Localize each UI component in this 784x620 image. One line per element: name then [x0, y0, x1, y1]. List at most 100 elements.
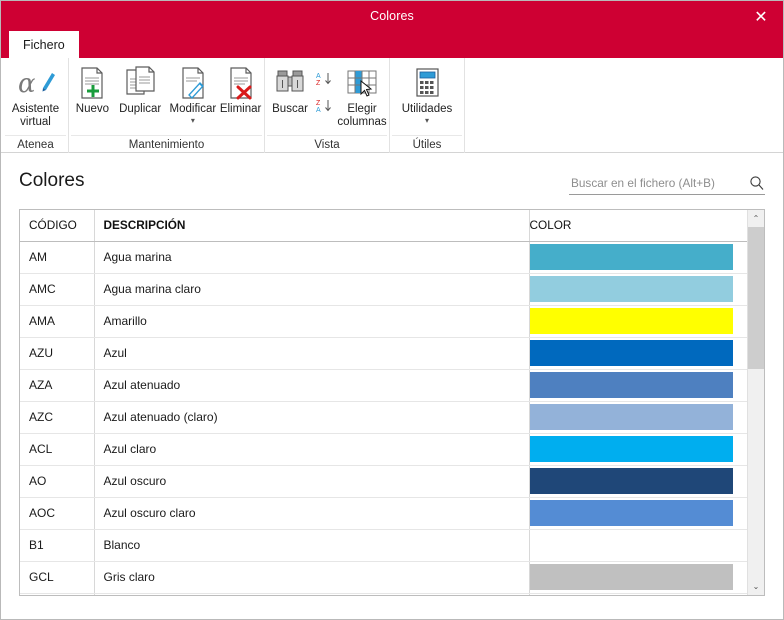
- cell-descripcion: Amarillo: [94, 305, 530, 338]
- cell-descripcion: Azul oscuro claro: [94, 497, 530, 530]
- nuevo-label: Nuevo: [75, 103, 110, 115]
- ribbon-group-utiles-items: Utilidades ▾: [392, 58, 462, 135]
- elegir-columnas-label: Elegir columnas: [337, 103, 387, 128]
- elegir-columnas-button[interactable]: Elegir columnas: [337, 62, 387, 129]
- cell-codigo: AZC: [20, 401, 95, 434]
- table-row[interactable]: AZC Azul atenuado (claro): [20, 401, 747, 434]
- svg-text:α: α: [18, 69, 36, 98]
- ribbon-group-utiles: Utilidades ▾ Útiles: [390, 58, 465, 153]
- ribbon-group-atenea: α Asistente virtual Atenea: [3, 58, 69, 153]
- choose-columns-icon: [345, 65, 379, 101]
- cell-codigo: AM: [20, 241, 95, 274]
- color-swatch: [529, 340, 733, 366]
- cell-color: [529, 561, 747, 594]
- scrollbar-track[interactable]: [748, 227, 764, 578]
- search-input[interactable]: [569, 175, 743, 191]
- colors-table: CÓDIGO DESCRIPCIÓN COLOR AM Agua marina AM…: [20, 210, 747, 595]
- cell-descripcion: Azul oscuro: [94, 465, 530, 498]
- nuevo-button[interactable]: Nuevo: [71, 62, 114, 116]
- cell-codigo: AMC: [20, 273, 95, 306]
- ribbon-group-vista: Buscar A Z Z A Elegir columnas Vista: [265, 58, 390, 153]
- column-header-codigo[interactable]: CÓDIGO: [20, 210, 95, 242]
- buscar-label: Buscar: [272, 103, 308, 115]
- table-row[interactable]: AOC Azul oscuro claro: [20, 497, 747, 530]
- cell-color: [529, 305, 747, 338]
- alpha-pen-icon: α: [17, 65, 55, 101]
- close-icon[interactable]: ✕: [739, 1, 783, 31]
- cell-descripcion: Agua marina: [94, 241, 530, 274]
- asistente-virtual-button[interactable]: α Asistente virtual: [5, 62, 66, 129]
- duplicar-label: Duplicar: [119, 103, 162, 115]
- ribbon-group-atenea-items: α Asistente virtual: [5, 58, 66, 135]
- sort-za-icon[interactable]: Z A: [315, 97, 335, 119]
- scroll-down-arrow-icon[interactable]: ⌄: [748, 578, 764, 595]
- ribbon-group-vista-label: Vista: [267, 135, 387, 153]
- cell-color: [529, 433, 747, 466]
- table-row[interactable]: AZU Azul: [20, 337, 747, 370]
- svg-text:A: A: [316, 73, 321, 80]
- ribbon-tab-strip: Fichero: [1, 31, 783, 58]
- table-row[interactable]: AMA Amarillo: [20, 305, 747, 338]
- cell-color: [529, 401, 747, 434]
- table-row[interactable]: AMC Agua marina claro: [20, 273, 747, 306]
- ribbon-group-mantenimiento: Nuevo Duplicar Modificar ▾ Eliminar Mant…: [69, 58, 265, 153]
- utilidades-label: Utilidades: [401, 103, 453, 115]
- table-row[interactable]: AM Agua marina: [20, 241, 747, 274]
- scrollbar-thumb[interactable]: [748, 227, 764, 369]
- title-bar: Colores ✕: [1, 1, 783, 31]
- cell-color: [529, 273, 747, 306]
- chevron-down-icon[interactable]: ▾: [425, 117, 429, 125]
- utilidades-button[interactable]: Utilidades ▾: [392, 62, 462, 125]
- cell-codigo: GCL: [20, 561, 95, 594]
- duplicar-button[interactable]: Duplicar: [114, 62, 167, 116]
- ribbon-group-mantenimiento-items: Nuevo Duplicar Modificar ▾ Eliminar: [71, 58, 262, 135]
- duplicate-document-icon: [123, 65, 157, 101]
- cell-color: [529, 337, 747, 370]
- data-grid: CÓDIGO DESCRIPCIÓN COLOR AM Agua marina AM…: [19, 209, 765, 596]
- ribbon-group-atenea-label: Atenea: [5, 135, 66, 153]
- cell-codigo: AZA: [20, 369, 95, 402]
- eliminar-button[interactable]: Eliminar: [219, 62, 262, 116]
- color-swatch: [529, 564, 733, 590]
- table-row[interactable]: AZA Azul atenuado: [20, 369, 747, 402]
- search-box: [569, 175, 765, 195]
- color-swatch: [529, 404, 733, 430]
- color-swatch: [529, 436, 733, 462]
- chevron-down-icon[interactable]: ▾: [191, 117, 195, 125]
- cell-codigo: [20, 593, 95, 595]
- scroll-up-arrow-icon[interactable]: ⌃: [748, 210, 764, 227]
- cell-descripcion: Azul atenuado (claro): [94, 401, 530, 434]
- tab-fichero[interactable]: Fichero: [9, 31, 79, 58]
- modificar-button[interactable]: Modificar ▾: [167, 62, 220, 125]
- table-row[interactable]: ACL Azul claro: [20, 433, 747, 466]
- content-area: Colores CÓDIGO DESCRIPCIÓN: [1, 153, 783, 619]
- cell-descripcion: Azul atenuado: [94, 369, 530, 402]
- page-header: Colores: [19, 153, 765, 209]
- buscar-button[interactable]: Buscar: [267, 62, 313, 116]
- cell-codigo: AOC: [20, 497, 95, 530]
- cell-color: [529, 497, 747, 530]
- cell-descripcion: Agua marina claro: [94, 273, 530, 306]
- color-swatch: [529, 532, 733, 558]
- table-row[interactable]: GCL Gris claro: [20, 561, 747, 594]
- application-window: Colores ✕ Fichero α Asistente virtual At…: [0, 0, 784, 620]
- svg-text:Z: Z: [316, 100, 321, 107]
- sort-az-icon[interactable]: A Z: [315, 70, 335, 92]
- modificar-label: Modificar: [169, 103, 217, 115]
- svg-text:Z: Z: [316, 80, 321, 86]
- cell-color: [529, 241, 747, 274]
- table-row[interactable]: [20, 593, 747, 595]
- color-swatch: [529, 244, 733, 270]
- grid-viewport: CÓDIGO DESCRIPCIÓN COLOR AM Agua marina AM…: [20, 210, 747, 595]
- table-row[interactable]: AO Azul oscuro: [20, 465, 747, 498]
- cell-codigo: B1: [20, 529, 95, 562]
- page-title: Colores: [19, 170, 85, 191]
- search-icon[interactable]: [749, 175, 765, 191]
- binoculars-icon: [274, 65, 306, 101]
- table-body: AM Agua marina AMC Agua marina claro AMA Amar…: [20, 241, 747, 595]
- ribbon-group-vista-items: Buscar A Z Z A Elegir columnas: [267, 58, 387, 135]
- column-header-descripcion[interactable]: DESCRIPCIÓN: [94, 210, 530, 242]
- column-header-color[interactable]: COLOR: [529, 210, 747, 242]
- table-row[interactable]: B1 Blanco: [20, 529, 747, 562]
- vertical-scrollbar[interactable]: ⌃ ⌄: [747, 210, 764, 595]
